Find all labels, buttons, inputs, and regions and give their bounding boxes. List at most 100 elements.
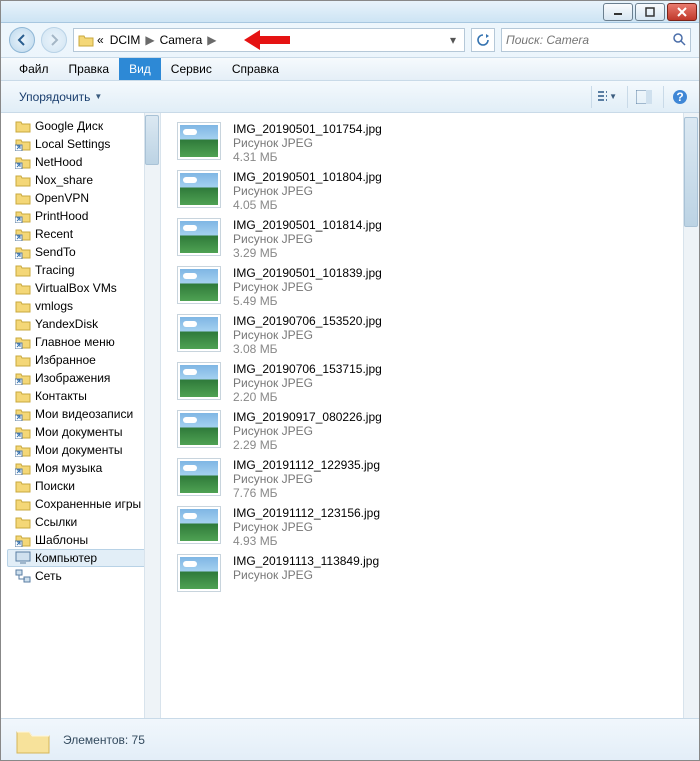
tree-item[interactable]: Шаблоны — [7, 531, 160, 549]
file-type: Рисунок JPEG — [233, 568, 379, 582]
file-item[interactable]: IMG_20190706_153520.jpgРисунок JPEG3.08 … — [177, 311, 679, 359]
tree-item[interactable]: Мои видеозаписи — [7, 405, 160, 423]
help-button[interactable]: ? — [663, 86, 689, 108]
tree-item-label: YandexDisk — [35, 317, 98, 331]
tree-item[interactable]: Tracing — [7, 261, 160, 279]
tree-item[interactable]: Ссылки — [7, 513, 160, 531]
tree-item[interactable]: Мои документы — [7, 441, 160, 459]
tree-item[interactable]: YandexDisk — [7, 315, 160, 333]
tree-item[interactable]: Nox_share — [7, 171, 160, 189]
tree-item[interactable]: VirtualBox VMs — [7, 279, 160, 297]
tree-item[interactable]: Сохраненные игры — [7, 495, 160, 513]
file-name: IMG_20190501_101754.jpg — [233, 122, 382, 136]
menu-edit[interactable]: Правка — [59, 58, 120, 80]
tree-item[interactable]: NetHood — [7, 153, 160, 171]
file-size: 2.20 МБ — [233, 390, 382, 404]
tree-item[interactable]: Моя музыка — [7, 459, 160, 477]
file-item[interactable]: IMG_20190917_080226.jpgРисунок JPEG2.29 … — [177, 407, 679, 455]
view-options-button[interactable]: ▼ — [591, 86, 617, 108]
file-item[interactable]: IMG_20191112_122935.jpgРисунок JPEG7.76 … — [177, 455, 679, 503]
chevron-right-icon: ▶ — [143, 33, 156, 47]
tree-item-label: Контакты — [35, 389, 87, 403]
file-size: 5.49 МБ — [233, 294, 382, 308]
tree-item[interactable]: Local Settings — [7, 135, 160, 153]
image-thumbnail — [177, 554, 221, 592]
tree-item-label: Мои видеозаписи — [35, 407, 133, 421]
command-bar: Упорядочить ▼ ▼ ? — [1, 81, 699, 113]
tree-item-label: Компьютер — [35, 551, 97, 565]
file-name: IMG_20191112_122935.jpg — [233, 458, 380, 472]
forward-button[interactable] — [41, 27, 67, 53]
tree-item[interactable]: Мои документы — [7, 423, 160, 441]
address-history-dropdown[interactable]: ▾ — [446, 33, 460, 47]
file-size: 3.08 МБ — [233, 342, 382, 356]
status-label: Элементов: — [63, 733, 128, 747]
image-thumbnail — [177, 266, 221, 304]
search-input[interactable] — [506, 33, 672, 47]
minimize-button[interactable] — [603, 3, 633, 21]
file-item[interactable]: IMG_20191113_113849.jpgРисунок JPEG — [177, 551, 679, 595]
file-item[interactable]: IMG_20190501_101804.jpgРисунок JPEG4.05 … — [177, 167, 679, 215]
file-type: Рисунок JPEG — [233, 232, 382, 246]
file-item[interactable]: IMG_20190501_101754.jpgРисунок JPEG4.31 … — [177, 119, 679, 167]
file-name: IMG_20190501_101839.jpg — [233, 266, 382, 280]
file-item[interactable]: IMG_20190706_153715.jpgРисунок JPEG2.20 … — [177, 359, 679, 407]
tree-item[interactable]: SendTo — [7, 243, 160, 261]
menu-help[interactable]: Справка — [222, 58, 289, 80]
preview-pane-button[interactable] — [627, 86, 653, 108]
back-button[interactable] — [9, 27, 35, 53]
organize-button[interactable]: Упорядочить ▼ — [11, 87, 110, 107]
address-bar[interactable]: « DCIM ▶ Camera ▶ ▾ — [73, 28, 465, 52]
address-row: « DCIM ▶ Camera ▶ ▾ — [1, 23, 699, 57]
tree-item[interactable]: Сеть — [7, 567, 160, 585]
menu-bar: Файл Правка Вид Сервис Справка — [1, 57, 699, 81]
file-item[interactable]: IMG_20190501_101814.jpgРисунок JPEG3.29 … — [177, 215, 679, 263]
tree-item[interactable]: Контакты — [7, 387, 160, 405]
file-name: IMG_20190501_101804.jpg — [233, 170, 382, 184]
tree-item-label: Сохраненные игры — [35, 497, 141, 511]
tree-item[interactable]: OpenVPN — [7, 189, 160, 207]
breadcrumb-lead[interactable]: « — [94, 33, 107, 47]
file-size: 4.05 МБ — [233, 198, 382, 212]
tree-item[interactable]: Главное меню — [7, 333, 160, 351]
refresh-button[interactable] — [471, 28, 495, 52]
window-titlebar — [1, 1, 699, 23]
file-list-pane[interactable]: IMG_20190501_101754.jpgРисунок JPEG4.31 … — [161, 113, 699, 718]
file-type: Рисунок JPEG — [233, 376, 382, 390]
tree-item[interactable]: Recent — [7, 225, 160, 243]
tree-item[interactable]: vmlogs — [7, 297, 160, 315]
tree-item[interactable]: Избранное — [7, 351, 160, 369]
tree-item[interactable]: Компьютер — [7, 549, 160, 567]
file-size: 3.29 МБ — [233, 246, 382, 260]
tree-scrollbar[interactable] — [144, 113, 160, 718]
file-name: IMG_20190706_153520.jpg — [233, 314, 382, 328]
image-thumbnail — [177, 362, 221, 400]
chevron-down-icon: ▼ — [94, 92, 102, 101]
tree-item-label: NetHood — [35, 155, 82, 169]
scrollbar-thumb[interactable] — [684, 117, 698, 227]
image-thumbnail — [177, 122, 221, 160]
close-button[interactable] — [667, 3, 697, 21]
tree-item[interactable]: PrintHood — [7, 207, 160, 225]
menu-tools[interactable]: Сервис — [161, 58, 222, 80]
menu-view[interactable]: Вид — [119, 58, 161, 80]
search-icon[interactable] — [672, 32, 686, 49]
tree-item-label: vmlogs — [35, 299, 73, 313]
navigation-tree[interactable]: Google Диск Local Settings NetHood Nox_shar… — [1, 113, 161, 718]
scrollbar-thumb[interactable] — [145, 115, 159, 165]
tree-item[interactable]: Google Диск — [7, 117, 160, 135]
breadcrumb-camera[interactable]: Camera — [157, 33, 206, 47]
tree-item[interactable]: Изображения — [7, 369, 160, 387]
breadcrumb-dcim[interactable]: DCIM — [107, 33, 144, 47]
tree-item[interactable]: Поиски — [7, 477, 160, 495]
menu-file[interactable]: Файл — [9, 58, 59, 80]
folder-icon — [78, 33, 94, 47]
file-type: Рисунок JPEG — [233, 136, 382, 150]
file-item[interactable]: IMG_20190501_101839.jpgРисунок JPEG5.49 … — [177, 263, 679, 311]
file-item[interactable]: IMG_20191112_123156.jpgРисунок JPEG4.93 … — [177, 503, 679, 551]
tree-item-label: PrintHood — [35, 209, 88, 223]
content-scrollbar[interactable] — [683, 113, 699, 718]
maximize-button[interactable] — [635, 3, 665, 21]
search-box[interactable] — [501, 28, 691, 52]
tree-item-label: Google Диск — [35, 119, 103, 133]
